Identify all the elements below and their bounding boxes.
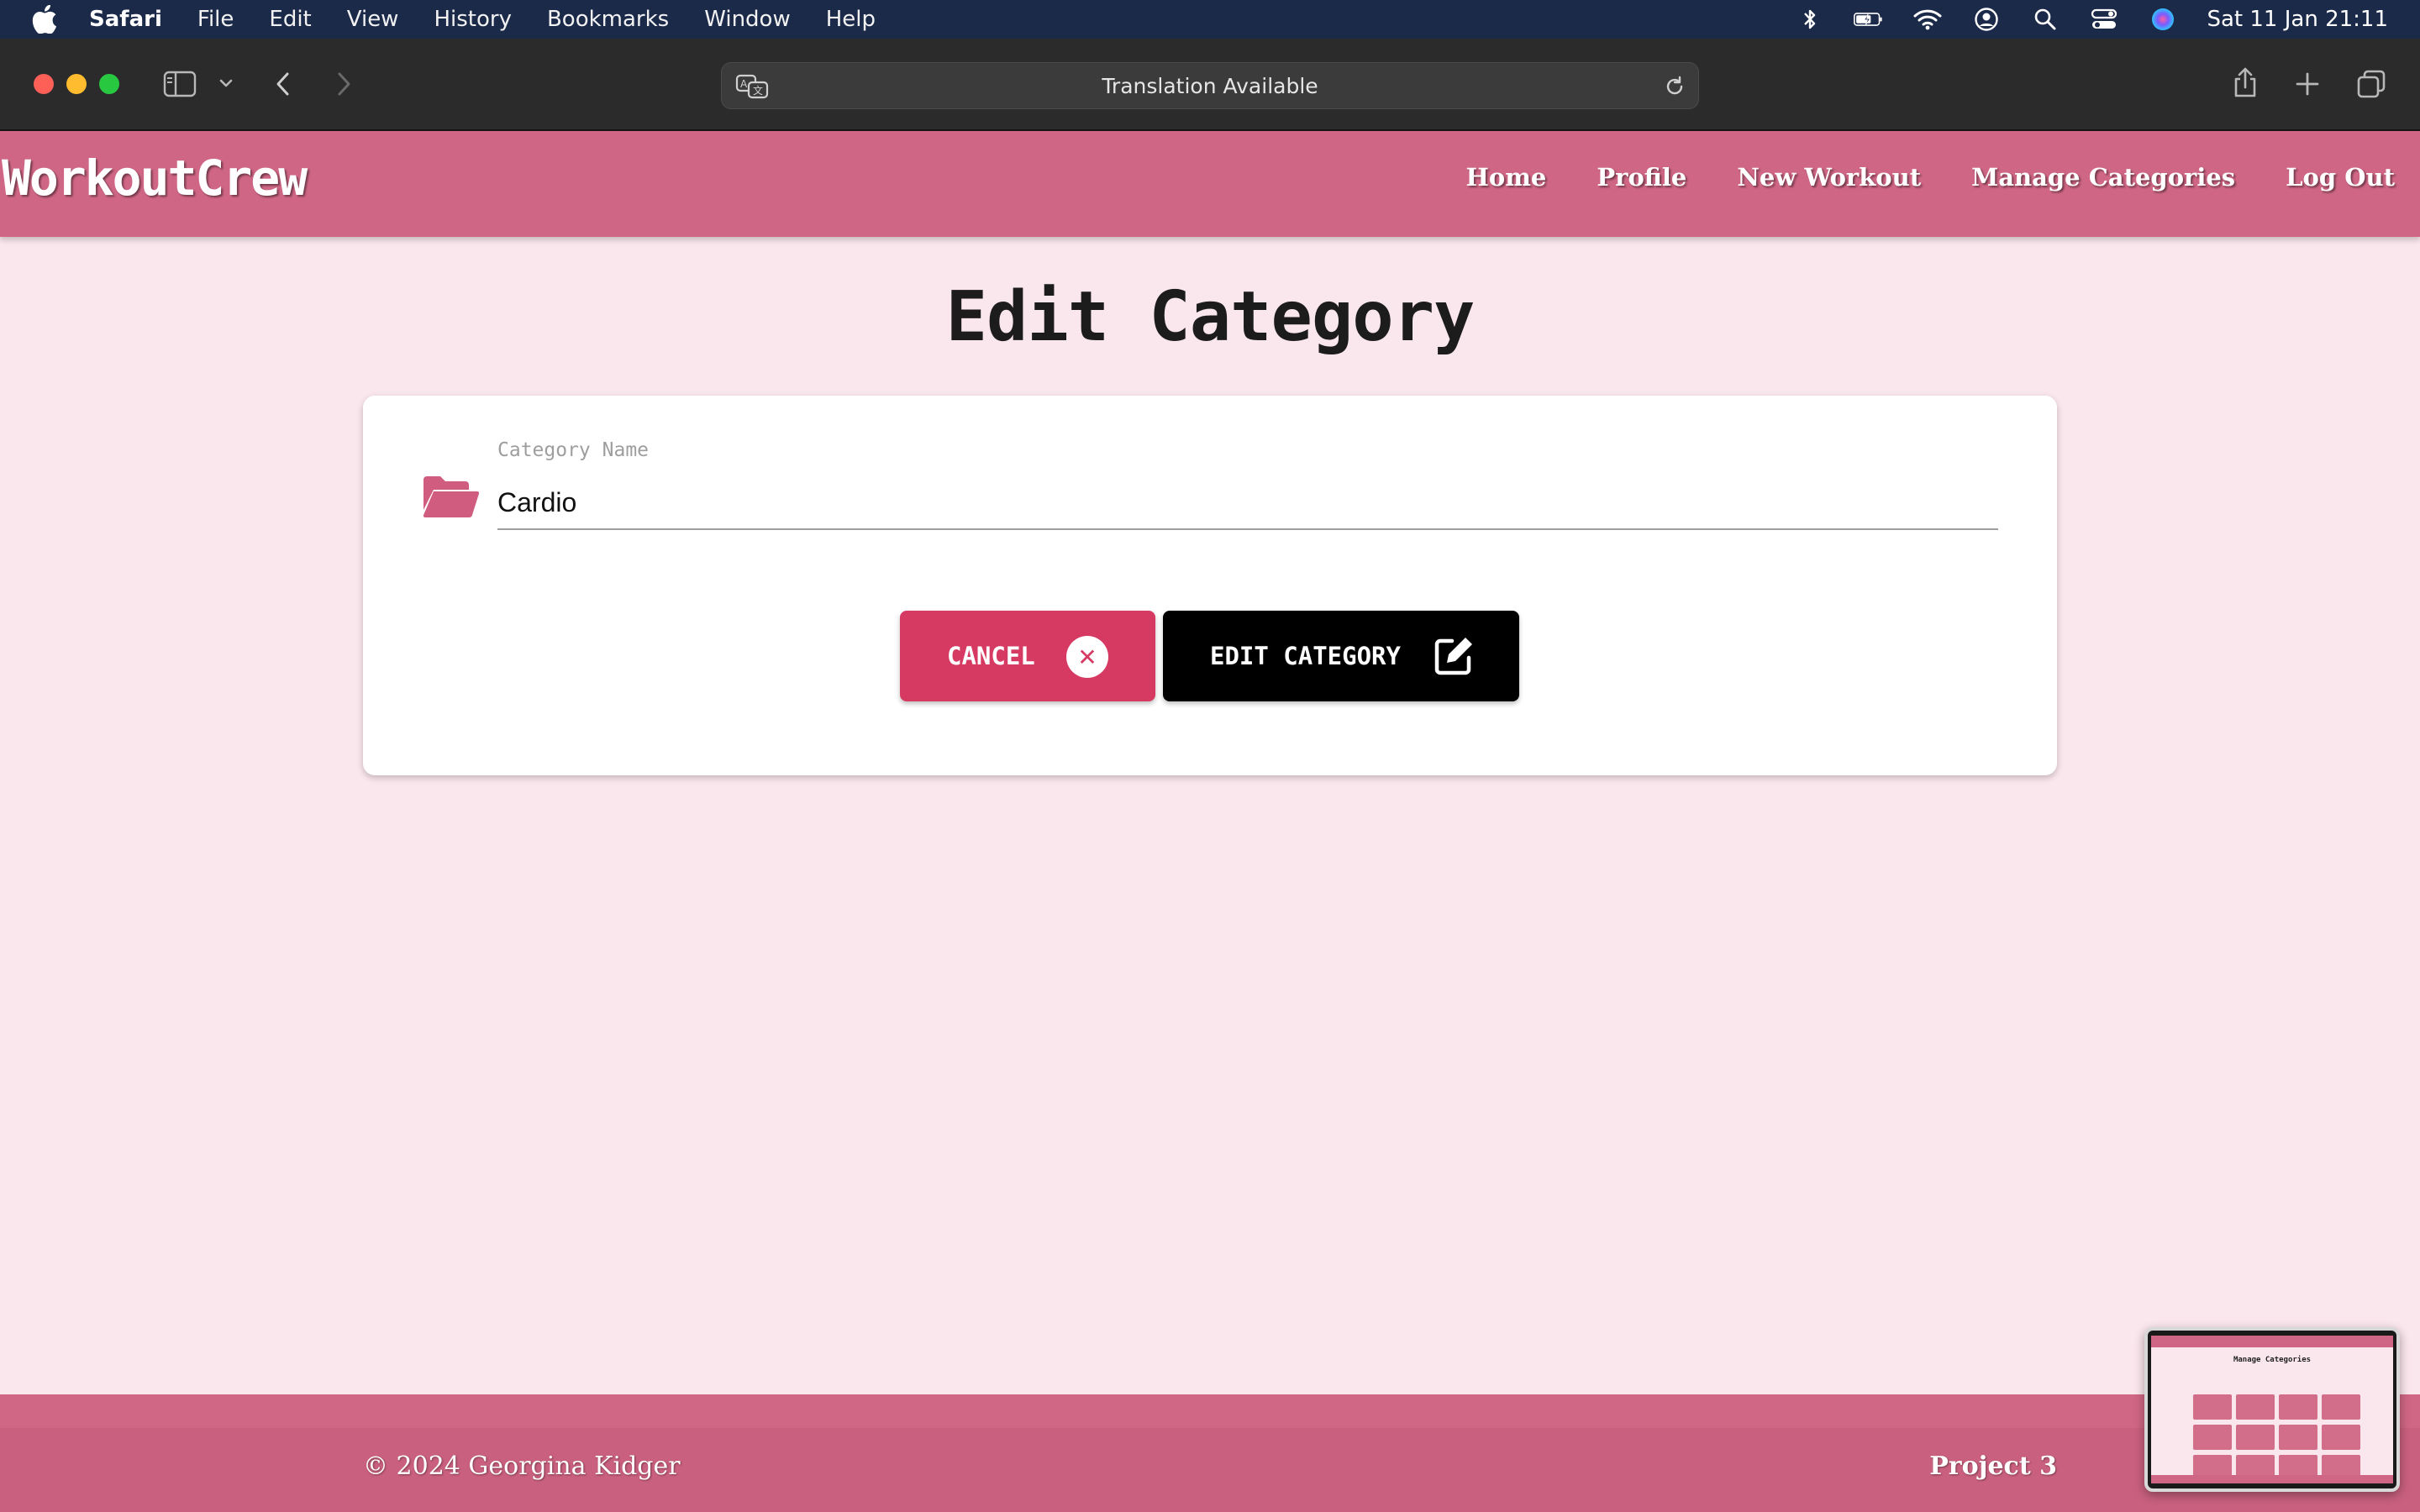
control-center-icon[interactable] [2089, 7, 2119, 32]
edit-icon [1432, 634, 1476, 684]
thumbnail-tile [2279, 1394, 2317, 1420]
thumbnail-tile [2236, 1425, 2275, 1450]
close-window-button[interactable] [34, 74, 54, 94]
fullscreen-window-button[interactable] [99, 74, 119, 94]
thumbnail-footer [2151, 1475, 2393, 1483]
address-bar[interactable]: A文 Translation Available [721, 62, 1699, 109]
thumbnail-tile [2193, 1394, 2232, 1420]
close-circle-icon: ✕ [1066, 636, 1108, 678]
nav-log-out[interactable]: Log Out [2286, 163, 2395, 192]
main-nav: Home Profile New Workout Manage Categori… [1415, 163, 2395, 192]
share-icon[interactable] [2232, 66, 2259, 99]
siri-icon[interactable] [2148, 7, 2178, 32]
macos-menu-bar: Safari File Edit View History Bookmarks … [0, 0, 2420, 39]
forward-icon[interactable] [334, 71, 353, 97]
chevron-down-icon[interactable] [218, 77, 234, 89]
thumbnail-preview: Manage Categories [2151, 1336, 2393, 1483]
menubar-clock[interactable]: Sat 11 Jan 21:11 [2207, 7, 2388, 32]
nav-new-workout[interactable]: New Workout [1737, 163, 1921, 192]
site-header: WorkoutCrew Home Profile New Workout Man… [0, 131, 2420, 237]
cancel-button-label: CANCEL [947, 642, 1035, 670]
wifi-icon[interactable] [1912, 7, 1943, 32]
thumbnail-tile [2279, 1425, 2317, 1450]
user-icon[interactable] [1971, 7, 2002, 32]
menu-app-name[interactable]: Safari [89, 7, 162, 32]
battery-icon[interactable] [1854, 7, 1884, 32]
thumbnail-title: Manage Categories [2233, 1356, 2312, 1364]
reload-icon[interactable] [1663, 75, 1686, 103]
thumbnail-tile [2236, 1394, 2275, 1420]
sidebar-toggle-icon[interactable] [163, 71, 197, 97]
thumbnail-tile [2322, 1425, 2360, 1450]
edit-category-form: Category Name CANCEL ✕ EDIT CATEGORY [363, 396, 2057, 775]
menu-help[interactable]: Help [826, 7, 876, 32]
nav-profile[interactable]: Profile [1597, 163, 1686, 192]
minimize-window-button[interactable] [66, 74, 87, 94]
thumbnail-header [2151, 1336, 2393, 1347]
address-text: Translation Available [1102, 73, 1318, 98]
edit-category-button-label: EDIT CATEGORY [1210, 642, 1401, 670]
menu-view[interactable]: View [347, 7, 399, 32]
screenshot-thumbnail[interactable]: Manage Categories [2144, 1327, 2400, 1492]
back-icon[interactable] [274, 71, 292, 97]
cancel-button[interactable]: CANCEL ✕ [900, 611, 1155, 701]
site-logo[interactable]: WorkoutCrew [2, 150, 308, 207]
menu-file[interactable]: File [197, 7, 234, 32]
translate-icon[interactable]: A文 [735, 73, 769, 105]
spotlight-icon[interactable] [2030, 7, 2060, 32]
footer-project: Project 3 [1929, 1452, 2057, 1481]
menu-edit[interactable]: Edit [269, 7, 311, 32]
svg-text:A: A [740, 78, 748, 90]
apple-menu-icon[interactable] [30, 5, 59, 34]
footer-band [0, 1394, 2420, 1428]
menu-window[interactable]: Window [704, 7, 791, 32]
tab-overview-icon[interactable] [2356, 69, 2386, 99]
folder-open-icon [420, 473, 481, 524]
edit-category-button[interactable]: EDIT CATEGORY [1163, 611, 1519, 701]
new-tab-icon[interactable] [2294, 71, 2321, 97]
menu-bookmarks[interactable]: Bookmarks [547, 7, 669, 32]
footer-copyright: © 2024 Georgina Kidger [363, 1452, 681, 1481]
svg-text:文: 文 [753, 84, 763, 97]
category-name-label: Category Name [497, 439, 650, 461]
menu-history[interactable]: History [434, 7, 512, 32]
thumbnail-tile [2322, 1394, 2360, 1420]
browser-toolbar: A文 Translation Available [0, 39, 2420, 131]
site-footer: © 2024 Georgina Kidger Project 3 [0, 1394, 2420, 1512]
nav-manage-categories[interactable]: Manage Categories [1971, 163, 2235, 192]
nav-home[interactable]: Home [1465, 163, 1546, 192]
page-title: Edit Category [945, 277, 1476, 357]
bluetooth-icon[interactable] [1795, 7, 1825, 32]
thumbnail-tile [2193, 1425, 2232, 1450]
category-name-input[interactable] [497, 476, 1998, 530]
